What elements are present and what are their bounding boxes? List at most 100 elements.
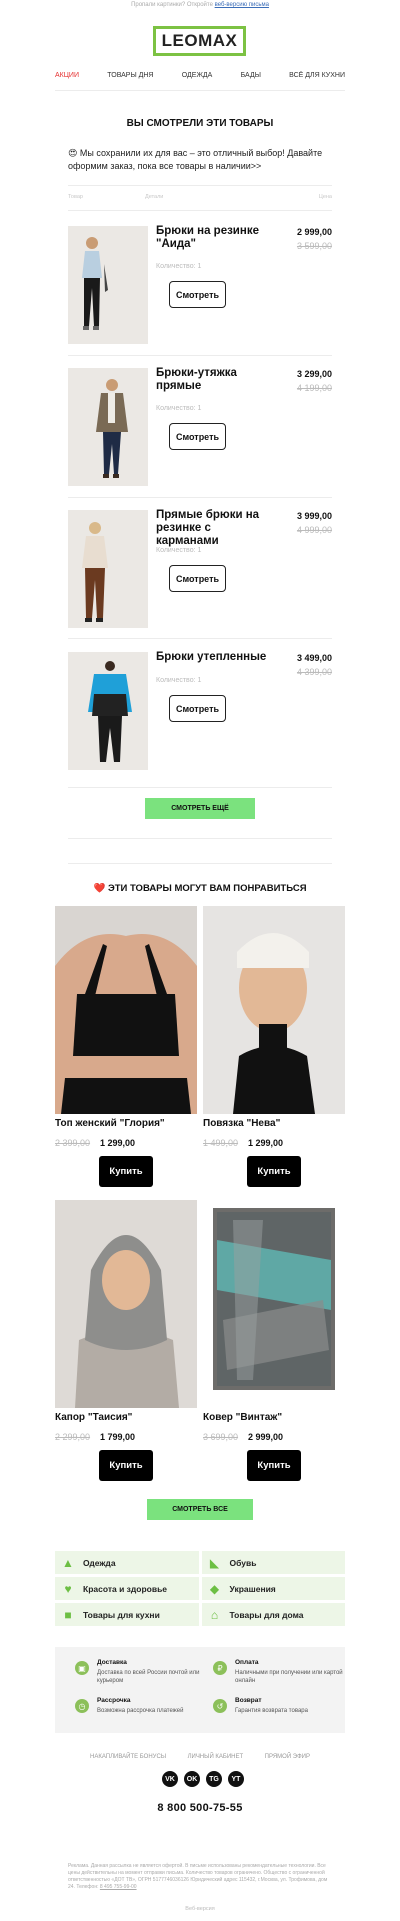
product-price: 1 299,00 (248, 1138, 284, 1148)
shoe-icon: ◣ (209, 1555, 220, 1570)
category-clothes[interactable]: ▲ Одежда (55, 1551, 199, 1574)
view-button[interactable]: Смотреть (169, 281, 226, 308)
pot-icon: ■ (64, 1607, 72, 1622)
divider (68, 185, 332, 186)
product-price: 3 999,00 (296, 511, 332, 521)
divider (68, 210, 332, 211)
logo[interactable]: LEOMAX (153, 26, 246, 56)
buy-button[interactable]: Купить (99, 1450, 153, 1481)
divider (68, 355, 332, 356)
table-header: Товар Детали Цена (68, 194, 332, 200)
top-nav: АКЦИИ ТОВАРЫ ДНЯ ОДЕЖДА БАДЫ ВСЁ ДЛЯ КУХ… (55, 72, 345, 79)
service-info: ▣ Доставка Доставка по всей России почто… (55, 1647, 345, 1733)
product-name[interactable]: Ковер "Винтаж" (203, 1412, 282, 1423)
buy-button[interactable]: Купить (99, 1156, 153, 1187)
product-name[interactable]: Повязка "Нева" (203, 1118, 280, 1129)
link-live[interactable]: ПРЯМОЙ ЭФИР (265, 1754, 310, 1760)
web-version-footer[interactable]: Веб-версия (0, 1906, 400, 1912)
product-qty: Количество: 1 (156, 677, 202, 684)
product-name[interactable]: Брюки на резинке "Аида" (156, 225, 271, 251)
social-icons: VK OK TG YT (162, 1771, 244, 1787)
nav-item-clothes[interactable]: ОДЕЖДА (182, 72, 213, 79)
box-icon: ▣ (75, 1661, 89, 1675)
see-more-button[interactable]: СМОТРЕТЬ ЕЩЁ (145, 798, 255, 819)
house-icon: ⌂ (210, 1607, 219, 1622)
return-icon: ↺ (213, 1699, 227, 1713)
product-name[interactable]: Топ женский "Глория" (55, 1118, 165, 1129)
see-all-button[interactable]: СМОТРЕТЬ ВСЕ (147, 1499, 253, 1520)
telegram-icon[interactable]: TG (206, 1771, 222, 1787)
product-name[interactable]: Брюки утепленные (156, 651, 271, 664)
product-old-price: 3 699,00 (203, 1432, 239, 1442)
nav-item-kitchen[interactable]: ВСЁ ДЛЯ КУХНИ (289, 72, 345, 79)
product-photo[interactable] (203, 1200, 345, 1408)
category-jewelry[interactable]: ◆ Украшения (201, 1577, 345, 1600)
link-bonuses[interactable]: НАКАПЛИВАЙТЕ БОНУСЫ (90, 1754, 166, 1760)
product-qty: Количество: 1 (156, 547, 202, 554)
view-button[interactable]: Смотреть (169, 423, 226, 450)
hotline-phone[interactable]: 8 800 500-75-55 (0, 1802, 400, 1814)
legal-phone[interactable]: 8 495 755-99-00 (100, 1884, 137, 1890)
divider (68, 838, 332, 839)
divider (68, 638, 332, 639)
viewed-product: Брюки на резинке "Аида" 2 999,00 3 599,0… (68, 225, 332, 344)
product-price: 2 999,00 (248, 1432, 284, 1442)
footer-links: НАКАПЛИВАЙТЕ БОНУСЫ ЛИЧНЫЙ КАБИНЕТ ПРЯМО… (90, 1754, 310, 1760)
divider (68, 863, 332, 864)
divider (68, 497, 332, 498)
col-product: Товар (68, 194, 83, 200)
col-details: Детали (144, 194, 164, 200)
category-shoes[interactable]: ◣ Обувь (201, 1551, 345, 1574)
heart-eyes-icon: 😍 (68, 148, 78, 158)
preheader: Пропали картинки? Откройте веб-версию пи… (131, 2, 269, 8)
heart-icon: ❤️ (93, 883, 106, 894)
category-grid: ▲ Одежда ◣ Обувь ♥ Красота и здоровье ◆ Укра… (55, 1551, 345, 1626)
product-photo[interactable] (68, 226, 148, 344)
product-price: 3 299,00 (296, 369, 332, 379)
divider (68, 787, 332, 788)
category-home[interactable]: ⌂ Товары для дома (201, 1603, 345, 1626)
viewed-product: Брюки-утяжка прямые 3 299,00 4 199,00 Ко… (68, 367, 332, 486)
nav-item-supplements[interactable]: БАДЫ (241, 72, 261, 79)
nav-item-day-deals[interactable]: ТОВАРЫ ДНЯ (107, 72, 153, 79)
view-button[interactable]: Смотреть (169, 695, 226, 722)
nav-item-sales[interactable]: АКЦИИ (55, 72, 79, 79)
ruble-icon: ₽ (213, 1661, 227, 1675)
col-price: Цена (318, 194, 332, 200)
product-photo[interactable] (55, 1200, 197, 1408)
product-photo[interactable] (68, 510, 148, 628)
product-old-price: 1 499,00 (203, 1138, 239, 1148)
viewed-product: Прямые брюки на резинке с карманами 3 99… (68, 509, 332, 628)
product-photo[interactable] (203, 906, 345, 1114)
category-beauty[interactable]: ♥ Красота и здоровье (55, 1577, 199, 1600)
product-name[interactable]: Капор "Таисия" (55, 1412, 132, 1423)
buy-button[interactable]: Купить (247, 1156, 301, 1187)
viewed-intro: 😍 Мы сохранили их для вас – это отличный… (68, 148, 323, 171)
category-kitchen[interactable]: ■ Товары для кухни (55, 1603, 199, 1626)
link-account[interactable]: ЛИЧНЫЙ КАБИНЕТ (188, 1754, 244, 1760)
product-price: 1 299,00 (100, 1138, 136, 1148)
youtube-icon[interactable]: YT (228, 1771, 244, 1787)
buy-button[interactable]: Купить (247, 1450, 301, 1481)
heart-plus-icon: ♥ (64, 1581, 72, 1596)
ok-icon[interactable]: OK (184, 1771, 200, 1787)
view-button[interactable]: Смотреть (169, 565, 226, 592)
product-name[interactable]: Прямые брюки на резинке с карманами (156, 509, 271, 548)
product-price: 2 999,00 (296, 227, 332, 237)
product-name[interactable]: Брюки-утяжка прямые (156, 367, 271, 393)
legal-text: Реклама. Данная рассылка не является офе… (68, 1863, 328, 1890)
product-old-price: 2 299,00 (55, 1432, 91, 1442)
product-old-price: 4 199,00 (296, 383, 332, 393)
viewed-title: ВЫ СМОТРЕЛИ ЭТИ ТОВАРЫ (126, 118, 274, 129)
product-photo[interactable] (55, 906, 197, 1114)
clock-icon: ◷ (75, 1699, 89, 1713)
vk-icon[interactable]: VK (162, 1771, 178, 1787)
divider (55, 90, 345, 91)
product-old-price: 4 399,00 (296, 667, 332, 677)
product-photo[interactable] (68, 368, 148, 486)
web-version-link[interactable]: веб-версию письма (215, 2, 269, 8)
product-price: 1 799,00 (100, 1432, 136, 1442)
viewed-product: Брюки утепленные 3 499,00 4 399,00 Колич… (68, 651, 332, 770)
product-qty: Количество: 1 (156, 263, 202, 270)
product-photo[interactable] (68, 652, 148, 770)
